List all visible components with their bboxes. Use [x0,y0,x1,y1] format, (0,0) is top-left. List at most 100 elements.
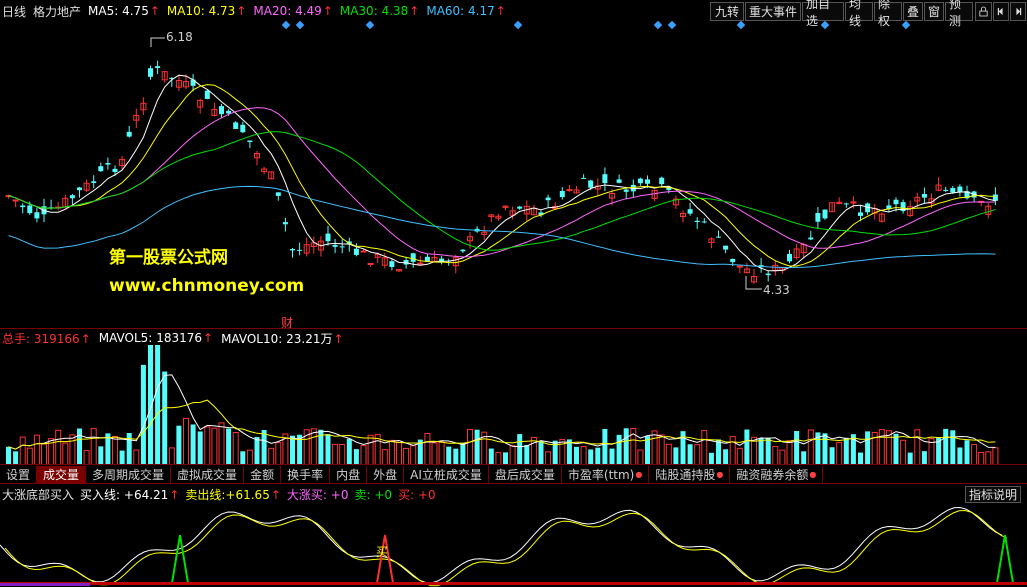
volume-bar [822,433,828,465]
volume-bar [595,447,601,465]
buy-line-value: 买入线: +64.21↑ [80,487,180,502]
volume-bar [13,451,19,465]
candle [886,199,892,212]
add-watchlist-button[interactable]: 加自选 [802,0,844,28]
volume-bar [786,440,793,465]
window-button[interactable]: 窗 [924,2,944,21]
volume-bar [275,442,282,465]
tab-2[interactable]: 多周期成交量 [86,465,172,483]
volume-bar [232,432,239,465]
volume-bar [168,447,175,465]
volume-bar [290,435,295,465]
candle [694,217,700,229]
indicator-name[interactable]: 大涨底部买入 [2,486,74,503]
indicator-help-button[interactable]: 指标说明 [965,486,1021,503]
volume-bar [530,437,537,465]
candle [339,239,345,254]
candle [303,237,310,257]
tab-0[interactable]: 设置 [0,465,38,483]
events-button[interactable]: 重大事件 [745,2,801,21]
volume-bar [218,422,225,465]
lock-button[interactable] [975,2,992,21]
candle [175,75,182,91]
volume-bar [843,437,849,465]
volume-bar [226,428,232,465]
volume-bar [687,444,693,465]
prev-icon [997,7,1003,16]
volume-bar [794,431,800,465]
event-diamond-icon[interactable] [653,20,663,30]
tab-1[interactable]: 成交量 [37,465,87,483]
tab-3[interactable]: 虚拟成交量 [171,465,245,483]
event-diamond-icon[interactable] [820,20,830,30]
sell-value: 卖: +0 [354,487,393,502]
event-diamond-icon[interactable] [667,20,677,30]
up-arrow-icon: ↑ [270,487,281,502]
watermark-title: 第一股票公式网 [109,248,228,268]
volume-bar [673,447,679,465]
indicator-scroll-thumb [0,583,90,586]
tab-4[interactable]: 金额 [244,465,282,483]
event-diamond-icon[interactable] [513,20,523,30]
volume-bar [190,424,196,465]
chart-divider [0,328,1027,329]
volume-bar [992,447,999,465]
candle [943,186,949,193]
tab-6[interactable]: 内盘 [330,465,368,483]
candle [439,255,445,265]
candle [743,262,750,274]
candle [197,98,204,114]
ma-line-button[interactable]: 均线 [845,0,873,28]
candle [716,230,721,238]
high-price-label: 6.18 [166,30,193,44]
volume-bar [801,451,807,465]
period-label[interactable]: 日线 [2,3,26,20]
event-diamond-icon[interactable] [281,20,291,30]
event-diamond-icon[interactable] [365,20,375,30]
volume-bar [836,441,843,465]
ma30-indicator: MA30: 4.38↑ [339,4,420,18]
next-button[interactable] [1010,2,1026,21]
candle [865,202,871,215]
volume-bar [55,429,62,465]
tab-7[interactable]: 外盘 [367,465,405,483]
forecast-button[interactable]: 预测 [945,0,973,28]
volume-bar [446,446,452,465]
up-arrow-icon: ↑ [322,4,333,18]
event-diamond-icon[interactable] [736,20,746,30]
mavol5: MAVOL5: 183176↑ [98,331,214,345]
candle [268,171,275,180]
ma60-indicator: MA60: 4.17↑ [426,4,506,18]
ma-line [8,131,996,251]
tab-10[interactable]: 市盈率(ttm) ● [562,465,650,483]
up-arrow-icon: ↑ [149,4,160,18]
volume-bar [183,417,189,465]
tab-5[interactable]: 换手率 [281,465,331,483]
jiuzhuan-button[interactable]: 九转 [710,2,744,21]
volume-bar [779,449,786,465]
tab-12[interactable]: 融资融券余额 ● [730,465,824,483]
event-diamond-icon[interactable] [901,20,911,30]
volume-bar [360,445,367,465]
volume-bar [133,449,140,465]
event-diamond-icon[interactable] [295,20,305,30]
tab-9[interactable]: 盘后成交量 [489,465,562,483]
indicator-chart[interactable] [0,503,1027,587]
volume-bar [665,443,672,465]
prev-button[interactable] [993,2,1009,21]
volume-bar [353,449,359,465]
sell-line-value: 卖出线:+61.65↑ [185,487,281,502]
candle [701,218,707,224]
volume-bar [310,428,317,465]
overlay-button[interactable]: 叠 [903,2,923,21]
candle [616,174,622,184]
fuquan-button[interactable]: 除权 [874,0,902,28]
tab-badge-dot-icon: ● [635,469,643,479]
tab-8[interactable]: AI立桩成交量 [404,465,489,483]
volume-bar [26,447,33,465]
volume-chart[interactable] [0,344,1027,465]
volume-bar [6,446,11,465]
tab-11[interactable]: 陆股通持股 ● [649,465,731,483]
candle [793,243,800,260]
candle [254,150,260,166]
